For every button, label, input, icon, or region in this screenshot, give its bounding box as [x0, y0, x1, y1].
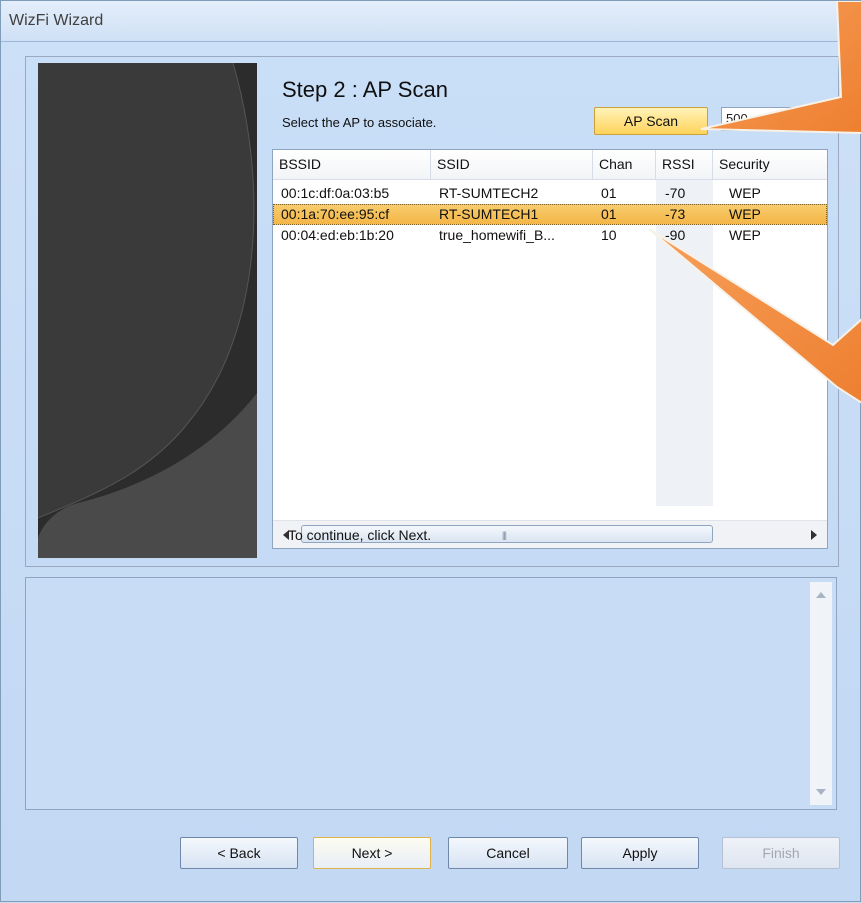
- row-bssid: 00:04:ed:eb:1b:20: [281, 227, 394, 243]
- cancel-button[interactable]: Cancel: [448, 837, 568, 869]
- step-title: Step 2 : AP Scan: [282, 77, 448, 102]
- scan-interval-unit: ms: [800, 119, 818, 134]
- column-header-chan[interactable]: Chan: [593, 150, 656, 179]
- row-rssi: -73: [665, 206, 686, 222]
- back-button[interactable]: < Back: [180, 837, 298, 869]
- log-output-panel[interactable]: [25, 577, 837, 810]
- scan-interval-input[interactable]: 500: [721, 107, 796, 131]
- scroll-right-arrow-icon[interactable]: [811, 530, 817, 540]
- side-graphic-art: [38, 63, 257, 558]
- window-title: WizFi Wizard: [9, 12, 104, 29]
- wizard-side-graphic: [38, 63, 257, 558]
- row-chan: 10: [601, 227, 617, 243]
- ap-scan-button[interactable]: AP Scan: [594, 107, 708, 135]
- column-header-bssid[interactable]: BSSID: [273, 150, 431, 179]
- row-security: WEP: [729, 185, 761, 201]
- continue-hint: To continue, click Next.: [288, 527, 432, 543]
- row-bssid: 00:1a:70:ee:95:cf: [281, 206, 390, 222]
- ap-list-row-selected[interactable]: 00:1a:70:ee:95:cf RT-SUMTECH1 01 -73 WEP: [273, 204, 827, 225]
- row-chan: 01: [601, 185, 617, 201]
- wizard-step-panel: Step 2 : AP Scan Select the AP to associ…: [25, 56, 839, 567]
- grip-icon: |||: [502, 530, 507, 540]
- apply-button[interactable]: Apply: [581, 837, 699, 869]
- scroll-down-arrow-icon[interactable]: [816, 789, 826, 795]
- row-rssi: -90: [665, 227, 686, 243]
- column-header-ssid[interactable]: SSID: [431, 150, 593, 179]
- wizard-window: WizFi Wizard Step 2 : AP Scan Select the…: [0, 0, 861, 902]
- vertical-scrollbar[interactable]: [810, 582, 832, 805]
- row-ssid: RT-SUMTECH1: [439, 206, 539, 222]
- column-header-rssi[interactable]: RSSI: [656, 150, 713, 179]
- row-ssid: RT-SUMTECH2: [439, 185, 539, 201]
- step-subtitle: Select the AP to associate.: [282, 115, 437, 130]
- ap-list-view[interactable]: BSSID SSID Chan RSSI Security 00:1c:df:0…: [272, 149, 828, 549]
- row-security: WEP: [729, 227, 761, 243]
- column-header-security[interactable]: Security: [713, 150, 827, 179]
- scroll-up-arrow-icon[interactable]: [816, 592, 826, 598]
- row-security: WEP: [729, 206, 761, 222]
- row-bssid: 00:1c:df:0a:03:b5: [281, 185, 390, 201]
- ap-list-row[interactable]: 00:1c:df:0a:03:b5 RT-SUMTECH2 01 -70 WEP: [273, 183, 827, 204]
- title-bar: WizFi Wizard: [1, 1, 860, 42]
- next-button[interactable]: Next >: [313, 837, 431, 869]
- ap-list-row[interactable]: 00:04:ed:eb:1b:20 true_homewifi_B... 10 …: [273, 225, 827, 246]
- finish-button[interactable]: Finish: [722, 837, 840, 869]
- row-rssi: -70: [665, 185, 686, 201]
- row-ssid: true_homewifi_B...: [439, 227, 555, 243]
- ap-list-header: BSSID SSID Chan RSSI Security: [273, 150, 827, 180]
- row-chan: 01: [601, 206, 617, 222]
